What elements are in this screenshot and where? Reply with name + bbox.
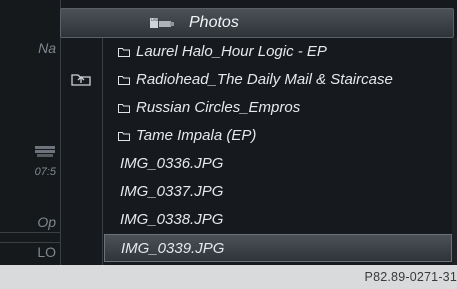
folder-name: Tame Impala (EP) [136,127,257,144]
file-name: IMG_0336.JPG [120,155,224,172]
file-row[interactable]: IMG_0336.JPG [104,150,452,178]
footer: P82.89-0271-31 [0,265,457,289]
folder-icon [118,132,130,141]
left-menu-panel: Na 07:5 Op LO [0,0,61,265]
folder-row[interactable]: Russian Circles_Empros [104,94,452,122]
left-menu-clock: 07:5 [34,166,56,178]
folder-icon [118,48,130,57]
folder-up-icon[interactable] [70,70,92,86]
file-row-selected[interactable]: IMG_0339.JPG [104,234,452,262]
page-title: Photos [189,14,239,31]
svg-text:USB: USB [151,17,160,22]
folder-name: Laurel Halo_Hour Logic - EP [136,43,327,60]
usb-icon: USB [150,17,174,28]
file-name: IMG_0339.JPG [121,240,225,257]
file-name: IMG_0338.JPG [120,211,224,228]
file-name: IMG_0337.JPG [120,183,224,200]
folder-row[interactable]: Radiohead_The Daily Mail & Staircase [104,66,452,94]
car-icon [35,146,55,157]
left-divider [0,242,60,243]
left-divider [0,232,60,233]
folder-icon [118,76,130,85]
folder-row[interactable]: Tame Impala (EP) [104,122,452,150]
file-row[interactable]: IMG_0337.JPG [104,178,452,206]
file-row[interactable]: IMG_0338.JPG [104,206,452,234]
folder-icon [118,104,130,113]
title-bar: USB Photos [60,8,454,38]
folder-row[interactable]: Laurel Halo_Hour Logic - EP [104,38,452,66]
back-column [60,38,103,265]
folder-name: Radiohead_The Daily Mail & Staircase [136,71,393,88]
scrollbar[interactable] [452,38,457,265]
left-menu-item-navi[interactable]: Na [38,40,56,56]
folder-name: Russian Circles_Empros [136,99,301,116]
left-menu-item-options[interactable]: Op [37,214,56,230]
left-menu-item-lo[interactable]: LO [37,244,56,260]
media-screen: Na 07:5 Op LO USB Photos Laurel Halo_Hou… [0,0,457,265]
figure-code: P82.89-0271-31 [364,270,457,284]
